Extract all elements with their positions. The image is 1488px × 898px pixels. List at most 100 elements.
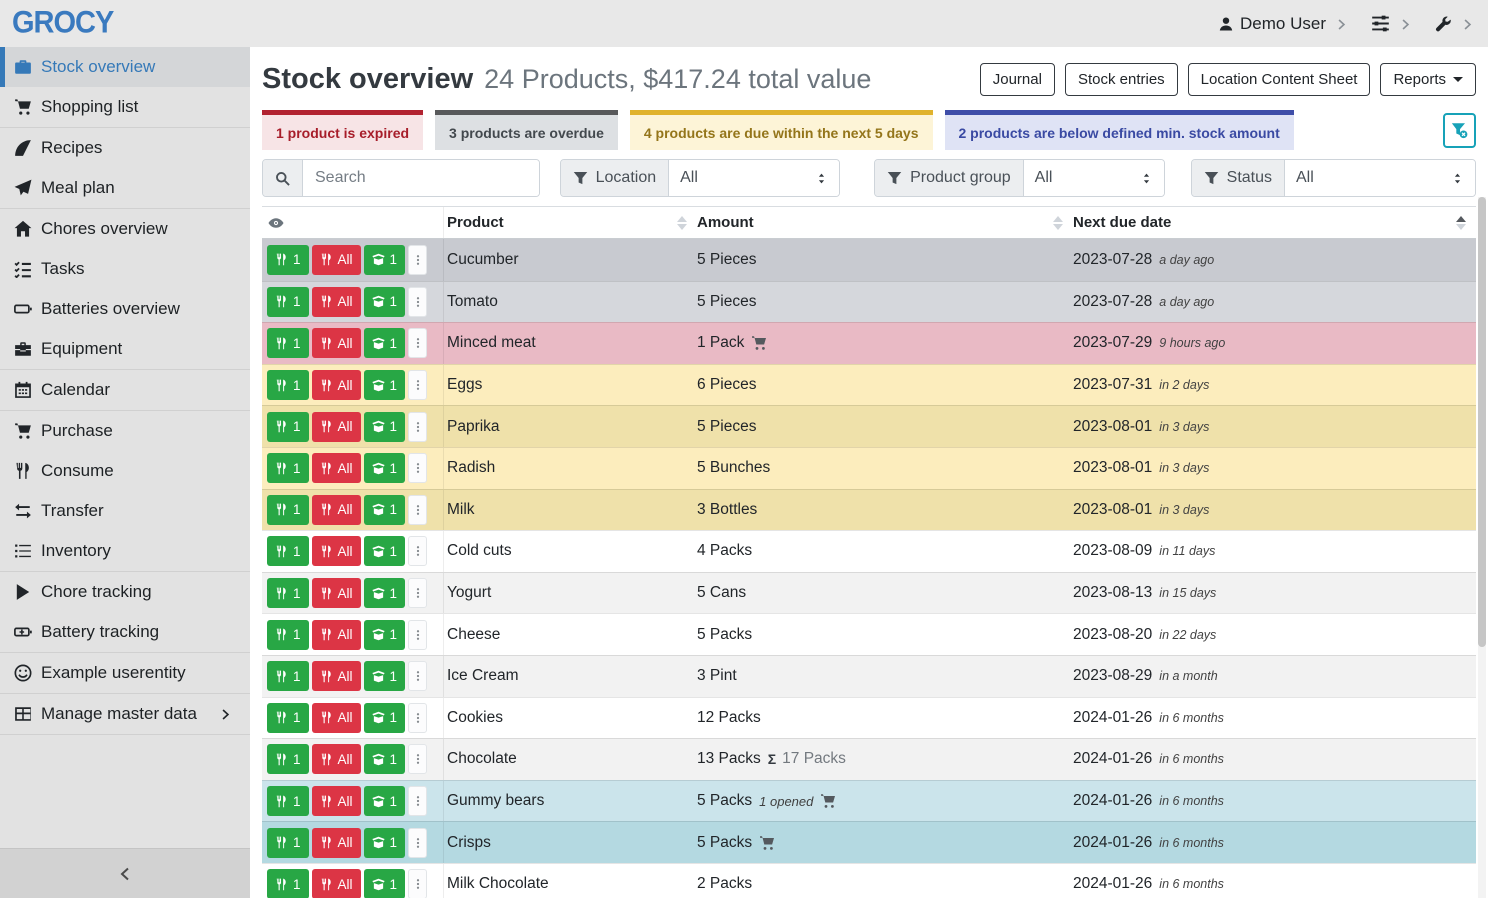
consume-one-button[interactable]: 1	[267, 620, 309, 650]
filter-select-location[interactable]: All	[669, 160, 839, 196]
consume-one-button[interactable]: 1	[267, 453, 309, 483]
admin-menu-chevron-icon[interactable]	[1461, 14, 1474, 34]
sidebar-item-example-userentity[interactable]: Example userentity	[0, 653, 250, 693]
column-header-product[interactable]: Product	[444, 207, 697, 238]
sidebar-item-manage-master-data[interactable]: Manage master data	[0, 694, 250, 734]
open-one-button[interactable]: 1	[364, 245, 406, 275]
alert-expired[interactable]: 1 product is expired	[262, 110, 423, 150]
settings-menu-chevron-icon[interactable]	[1399, 14, 1412, 34]
sidebar-item-chore-tracking[interactable]: Chore tracking	[0, 572, 250, 612]
column-visibility-header[interactable]	[262, 207, 444, 238]
consume-all-button[interactable]: All	[312, 412, 361, 442]
sidebar-item-meal-plan[interactable]: Meal plan	[0, 168, 250, 208]
open-one-button[interactable]: 1	[364, 620, 406, 650]
alert-due[interactable]: 4 products are due within the next 5 day…	[630, 110, 933, 150]
row-menu-button[interactable]	[408, 703, 427, 733]
open-one-button[interactable]: 1	[364, 453, 406, 483]
sidebar-item-battery-tracking[interactable]: Battery tracking	[0, 612, 250, 652]
row-menu-button[interactable]	[408, 328, 427, 358]
row-menu-button[interactable]	[408, 828, 427, 858]
filter-select-status[interactable]: All	[1285, 160, 1475, 196]
stock-entries-button[interactable]: Stock entries	[1065, 63, 1178, 96]
row-menu-button[interactable]	[408, 287, 427, 317]
row-menu-button[interactable]	[408, 453, 427, 483]
clear-filter-button[interactable]	[1443, 113, 1476, 148]
open-one-button[interactable]: 1	[364, 495, 406, 525]
row-menu-button[interactable]	[408, 578, 427, 608]
user-menu[interactable]: Demo User	[1218, 14, 1326, 34]
consume-all-button[interactable]: All	[312, 287, 361, 317]
alert-minstock[interactable]: 2 products are below defined min. stock …	[945, 110, 1294, 150]
sidebar-item-transfer[interactable]: Transfer	[0, 491, 250, 531]
consume-one-button[interactable]: 1	[267, 703, 309, 733]
sidebar-item-equipment[interactable]: Equipment	[0, 329, 250, 369]
sidebar-item-batteries-overview[interactable]: Batteries overview	[0, 289, 250, 329]
row-menu-button[interactable]	[408, 536, 427, 566]
open-one-button[interactable]: 1	[364, 661, 406, 691]
open-one-button[interactable]: 1	[364, 578, 406, 608]
consume-all-button[interactable]: All	[312, 245, 361, 275]
consume-one-button[interactable]: 1	[267, 495, 309, 525]
row-menu-button[interactable]	[408, 245, 427, 275]
row-menu-button[interactable]	[408, 620, 427, 650]
consume-all-button[interactable]: All	[312, 703, 361, 733]
consume-one-button[interactable]: 1	[267, 869, 309, 898]
row-menu-button[interactable]	[408, 786, 427, 816]
row-menu-button[interactable]	[408, 495, 427, 525]
sidebar-item-chores-overview[interactable]: Chores overview	[0, 209, 250, 249]
consume-one-button[interactable]: 1	[267, 578, 309, 608]
consume-one-button[interactable]: 1	[267, 828, 309, 858]
open-one-button[interactable]: 1	[364, 828, 406, 858]
user-menu-chevron-icon[interactable]	[1335, 14, 1348, 34]
sidebar-item-consume[interactable]: Consume	[0, 451, 250, 491]
open-one-button[interactable]: 1	[364, 703, 406, 733]
consume-all-button[interactable]: All	[312, 578, 361, 608]
sidebar-item-shopping-list[interactable]: Shopping list	[0, 87, 250, 127]
consume-all-button[interactable]: All	[312, 453, 361, 483]
consume-one-button[interactable]: 1	[267, 245, 309, 275]
open-one-button[interactable]: 1	[364, 869, 406, 898]
open-one-button[interactable]: 1	[364, 287, 406, 317]
consume-one-button[interactable]: 1	[267, 370, 309, 400]
row-menu-button[interactable]	[408, 661, 427, 691]
consume-all-button[interactable]: All	[312, 495, 361, 525]
column-header-amount[interactable]: Amount	[697, 207, 1073, 238]
open-one-button[interactable]: 1	[364, 744, 406, 774]
open-one-button[interactable]: 1	[364, 536, 406, 566]
consume-all-button[interactable]: All	[312, 536, 361, 566]
alert-overdue[interactable]: 3 products are overdue	[435, 110, 618, 150]
open-one-button[interactable]: 1	[364, 786, 406, 816]
sidebar-item-purchase[interactable]: Purchase	[0, 411, 250, 451]
consume-all-button[interactable]: All	[312, 869, 361, 898]
consume-all-button[interactable]: All	[312, 661, 361, 691]
admin-menu[interactable]	[1435, 15, 1452, 32]
consume-all-button[interactable]: All	[312, 328, 361, 358]
sidebar-item-stock-overview[interactable]: Stock overview	[0, 47, 250, 87]
consume-one-button[interactable]: 1	[267, 328, 309, 358]
sidebar-item-tasks[interactable]: Tasks	[0, 249, 250, 289]
consume-one-button[interactable]: 1	[267, 412, 309, 442]
open-one-button[interactable]: 1	[364, 328, 406, 358]
column-header-next-due-date[interactable]: Next due date	[1073, 207, 1476, 238]
row-menu-button[interactable]	[408, 869, 427, 898]
row-menu-button[interactable]	[408, 412, 427, 442]
sidebar-item-calendar[interactable]: Calendar	[0, 370, 250, 410]
row-menu-button[interactable]	[408, 744, 427, 774]
consume-all-button[interactable]: All	[312, 620, 361, 650]
consume-one-button[interactable]: 1	[267, 786, 309, 816]
consume-all-button[interactable]: All	[312, 786, 361, 816]
row-menu-button[interactable]	[408, 370, 427, 400]
journal-button[interactable]: Journal	[980, 63, 1055, 96]
consume-one-button[interactable]: 1	[267, 661, 309, 691]
search-input[interactable]	[303, 160, 539, 196]
open-one-button[interactable]: 1	[364, 412, 406, 442]
open-one-button[interactable]: 1	[364, 370, 406, 400]
consume-one-button[interactable]: 1	[267, 287, 309, 317]
reports-button[interactable]: Reports	[1380, 63, 1476, 96]
sidebar-item-inventory[interactable]: Inventory	[0, 531, 250, 571]
consume-one-button[interactable]: 1	[267, 744, 309, 774]
settings-menu[interactable]	[1371, 14, 1390, 33]
scrollbar-thumb[interactable]	[1478, 197, 1486, 647]
sidebar-collapse-button[interactable]	[0, 848, 250, 898]
consume-one-button[interactable]: 1	[267, 536, 309, 566]
